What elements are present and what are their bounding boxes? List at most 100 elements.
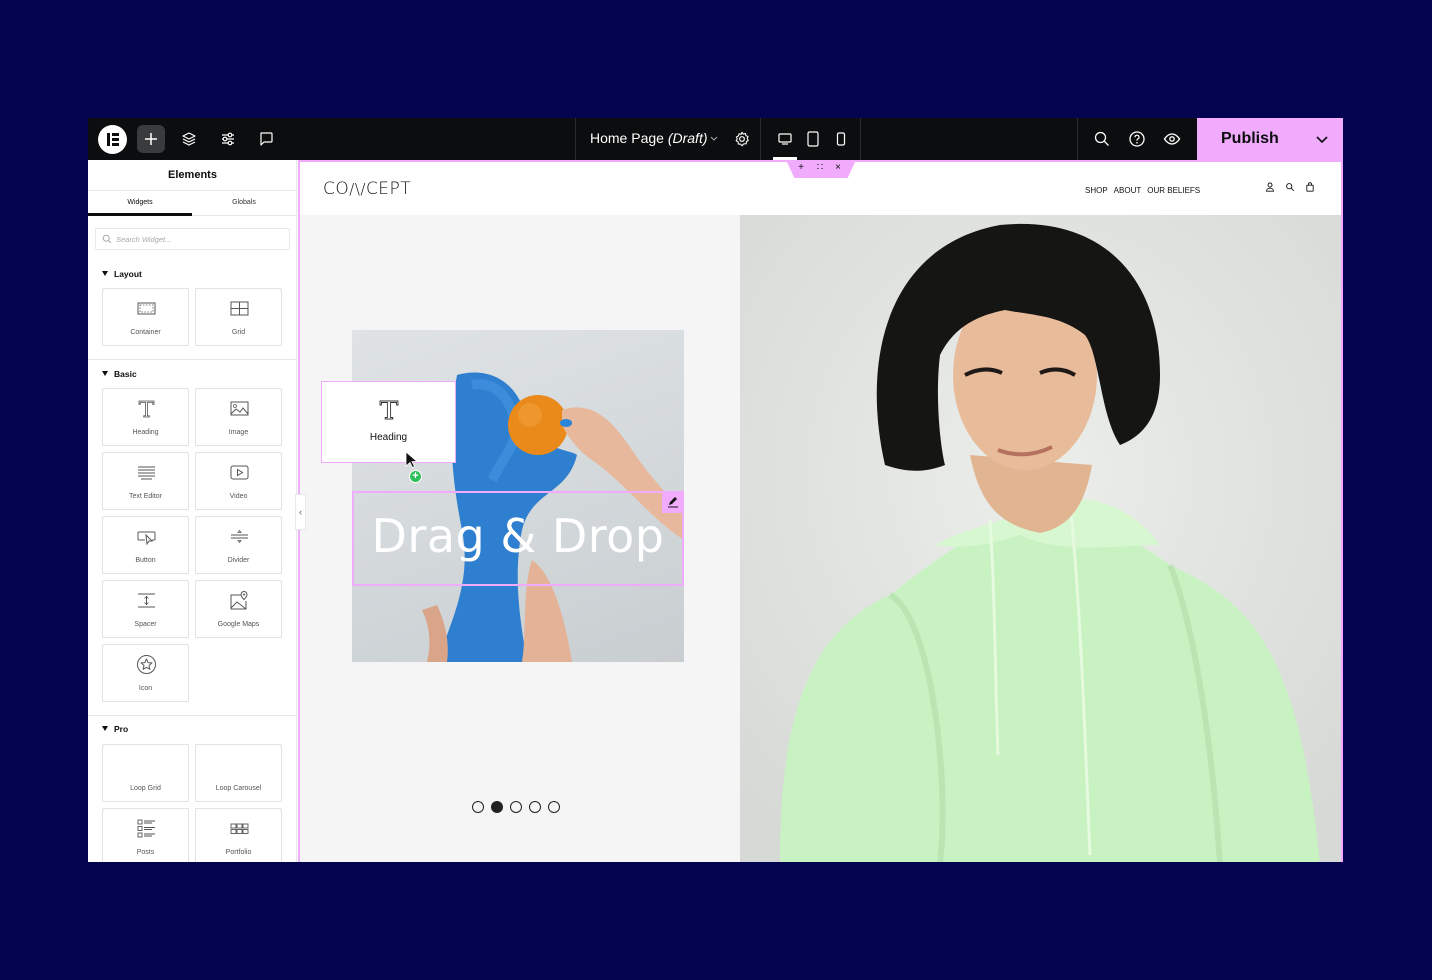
widget-label: Loop Grid [130,785,161,792]
carousel-dot[interactable] [510,801,522,813]
grid-icon [229,298,250,319]
widget-label: Loop Carousel [215,785,262,792]
map-pin-icon [229,590,250,611]
category-label: Basic [114,369,137,379]
layers-icon [182,132,196,146]
widget-spacer[interactable]: Spacer [102,580,189,638]
widget-heading[interactable]: Heading [102,388,189,446]
chevron-down-icon[interactable] [709,133,719,143]
widget-google-maps[interactable]: Google Maps [195,580,282,638]
spacer-icon [136,590,157,611]
mouse-cursor-icon [405,451,419,469]
posts-icon [136,818,157,839]
bag-icon[interactable] [1305,182,1315,192]
mobile-icon[interactable] [832,130,850,148]
caret-down-icon [102,726,108,731]
notes-button[interactable] [256,129,276,149]
structure-button[interactable] [179,129,199,149]
sliders-icon [222,132,234,146]
publish-button[interactable]: Publish [1197,118,1343,160]
category-basic[interactable]: Basic [102,369,137,379]
divider [88,715,296,716]
category-pro[interactable]: Pro [102,724,128,734]
carousel-dot[interactable] [529,801,541,813]
widget-loop-carousel[interactable]: Loop Carousel [195,744,282,802]
pencil-icon [668,497,678,508]
model-photo-illustration [740,215,1341,862]
delete-section-icon[interactable]: × [832,162,844,174]
panel-tabs: Widgets Globals [88,191,296,216]
plus-icon [145,133,157,145]
tablet-icon[interactable] [804,130,822,148]
desktop-icon[interactable] [776,130,794,148]
carousel-pagination [472,801,560,813]
add-element-button[interactable] [137,125,165,153]
widget-label: Text Editor [128,493,163,500]
category-label: Layout [114,269,142,279]
widget-loop-grid[interactable]: Loop Grid [102,744,189,802]
widget-label: Image [228,429,249,436]
search-input[interactable] [116,232,281,246]
nav-our-beliefs[interactable]: OUR BELIEFS [1147,186,1200,195]
tab-widgets[interactable]: Widgets [88,191,192,216]
image-icon [229,398,250,419]
widget-container[interactable]: Container [102,288,189,346]
carousel-dot[interactable] [491,801,503,813]
category-layout[interactable]: Layout [102,269,142,279]
nav-shop[interactable]: SHOP [1085,186,1108,195]
search-icon[interactable] [1093,130,1111,148]
heading-t-icon [136,398,157,419]
star-icon [136,654,157,675]
search-icon[interactable] [1285,182,1295,192]
widget-portfolio[interactable]: Portfolio [195,808,282,862]
site-settings-button[interactable] [218,129,238,149]
widget-text-editor[interactable]: Text Editor [102,452,189,510]
site-nav: SHOP ABOUT OUR BELIEFS [1085,186,1200,195]
search-icon [102,234,112,244]
model-hoodie-photo[interactable] [740,215,1341,862]
widget-label: Posts [136,849,155,856]
comment-icon [260,132,273,146]
widget-video[interactable]: Video [195,452,282,510]
nav-about[interactable]: ABOUT [1114,186,1142,195]
carousel-dot[interactable] [472,801,484,813]
gear-icon[interactable] [733,130,751,148]
widget-label: Heading [132,429,159,436]
widget-posts[interactable]: Posts [102,808,189,862]
help-icon[interactable] [1128,130,1146,148]
user-icon[interactable] [1265,182,1275,192]
divider-icon [229,526,250,547]
section-handle: + ∷ × [786,162,856,178]
widget-divider[interactable]: Divider [195,516,282,574]
widget-image[interactable]: Image [195,388,282,446]
button-icon [136,526,157,547]
elementor-editor: Home Page (Draft) Publish Elements Widge… [88,118,1343,862]
tab-globals[interactable]: Globals [192,191,296,216]
drop-plus-icon: + [409,470,422,483]
site-logo[interactable]: CO/\/CEPT [323,179,411,199]
editor-canvas[interactable]: CO/\/CEPT SHOP ABOUT OUR BELIEFS + ∷ × D… [298,160,1343,862]
widget-icon[interactable]: Icon [102,644,189,702]
caret-down-icon [102,271,108,276]
drag-section-icon[interactable]: ∷ [814,162,826,174]
dragged-widget-label: Heading [369,432,408,443]
heading-text[interactable]: Drag & Drop [354,509,682,563]
collapse-panel-button[interactable]: ‹ [295,494,306,530]
dragged-heading-widget[interactable]: Heading [321,381,456,463]
elementor-logo-icon[interactable] [98,125,127,154]
preview-eye-icon[interactable] [1163,130,1181,148]
elements-panel: Elements Widgets Globals Layout Containe… [88,160,297,862]
panel-title: Elements [88,160,296,191]
heading-widget-selected[interactable]: Drag & Drop [352,491,684,586]
page-title[interactable]: Home Page (Draft) [590,130,708,146]
widget-label: Grid [231,329,246,336]
widget-grid[interactable]: Grid [195,288,282,346]
widget-button[interactable]: Button [102,516,189,574]
edit-widget-button[interactable] [662,491,684,513]
widget-search[interactable] [95,228,290,250]
chevron-down-icon[interactable] [1315,132,1329,146]
carousel-dot[interactable] [548,801,560,813]
device-switcher [761,118,861,160]
publish-label: Publish [1221,130,1279,147]
add-section-icon[interactable]: + [795,162,807,174]
